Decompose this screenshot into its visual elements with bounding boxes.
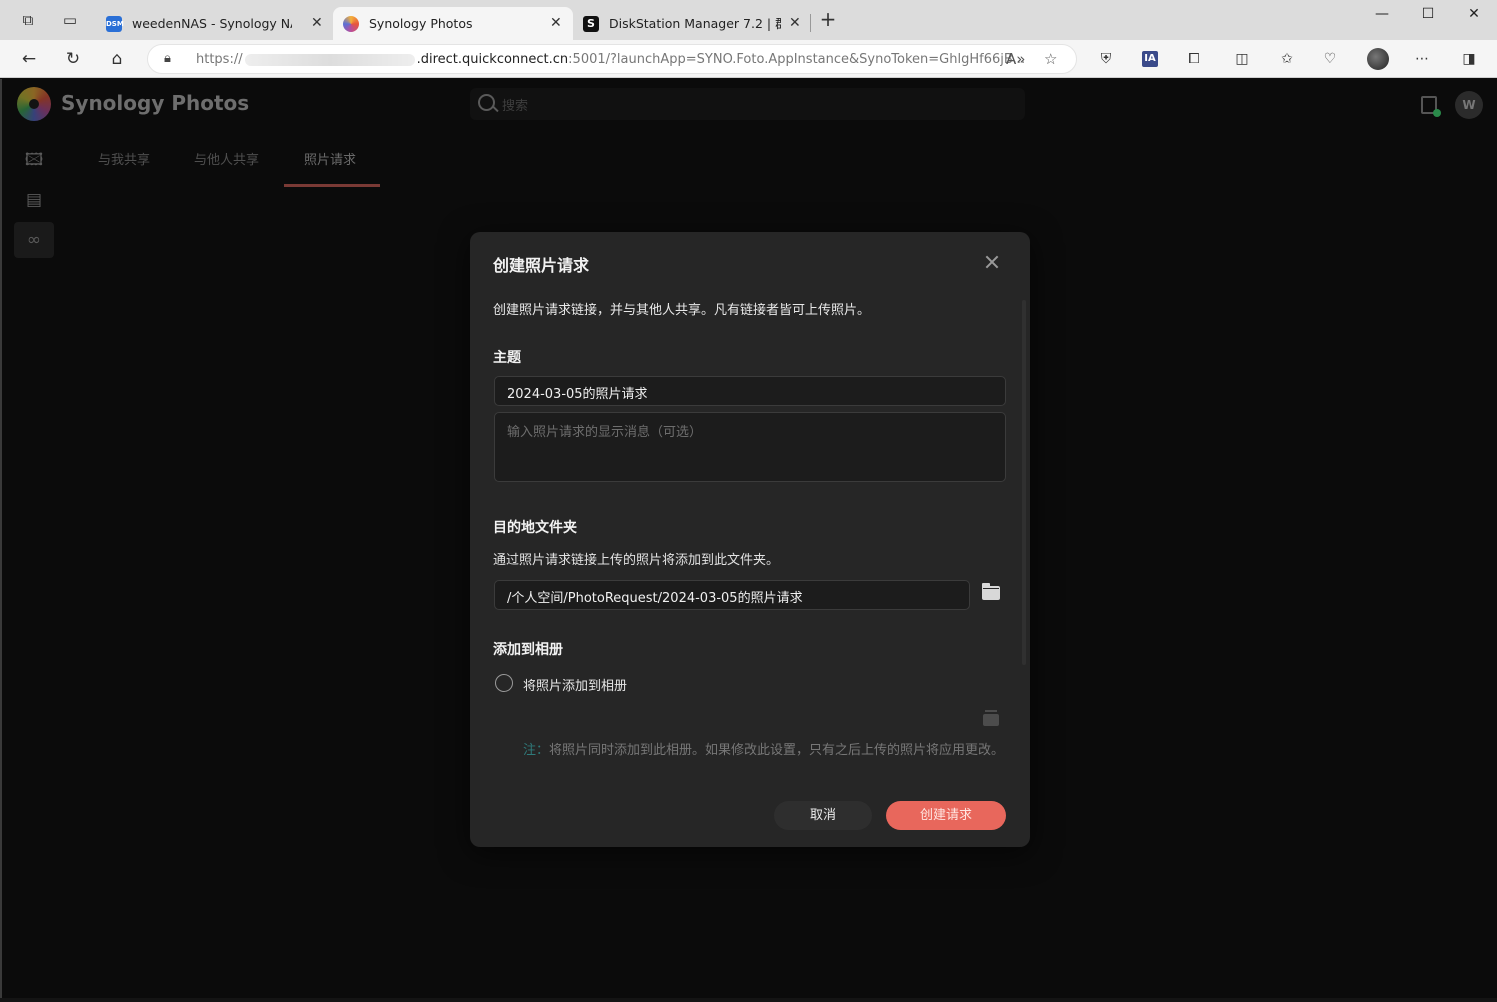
search-placeholder: 搜索 — [502, 99, 529, 114]
tab-separator — [810, 14, 811, 32]
tab-title: weedenNAS - Synology NAS — [132, 16, 292, 31]
synology-photos-favicon-icon — [343, 16, 359, 32]
browser-tab-bar: ⧉ ▭ DSM weedenNAS - Synology NAS ✕ Synol… — [0, 0, 1497, 40]
minimize-icon[interactable]: — — [1372, 6, 1392, 22]
home-icon[interactable]: ⌂ — [106, 48, 128, 70]
dialog-scrollbar[interactable] — [1022, 300, 1026, 665]
message-textarea[interactable]: 输入照片请求的显示消息（可选） — [494, 412, 1006, 482]
url-path: :5001/?launchApp=SYNO.Foto.AppInstance&S… — [568, 52, 1026, 67]
new-tab-icon[interactable]: + — [818, 9, 838, 30]
sharing-nav-icon[interactable]: ∞ — [14, 222, 54, 258]
favorite-star-icon[interactable]: ☆ — [1044, 50, 1057, 68]
cancel-button[interactable]: 取消 — [774, 801, 872, 830]
album-picker-icon — [983, 710, 999, 726]
s-favicon-icon: S — [583, 16, 599, 32]
dialog-description: 创建照片请求链接，并与其他人共享。凡有链接者皆可上传照片。 — [493, 303, 871, 318]
close-tab-icon[interactable]: ✕ — [311, 7, 323, 40]
browser-tab-dsm-docs[interactable]: S DiskStation Manager 7.2 | 群晖科 ✕ — [573, 7, 808, 40]
url-host: .direct.quickconnect.cn — [416, 52, 569, 67]
extensions-puzzle-icon[interactable]: ⧠ — [1184, 49, 1204, 69]
photos-nav-icon[interactable]: 🖾 — [14, 142, 54, 178]
close-tab-icon[interactable]: ✕ — [550, 7, 562, 40]
browser-tab-dsm[interactable]: DSM weedenNAS - Synology NAS ✕ — [96, 7, 331, 40]
tab-actions-icon[interactable]: ▭ — [60, 10, 80, 30]
url-field[interactable]: 🔒︎ https:// .direct.quickconnect.cn:5001/… — [147, 44, 1077, 74]
dsm-favicon-icon: DSM — [106, 16, 124, 32]
workspaces-icon[interactable]: ⧉ — [18, 10, 38, 30]
favorites-icon[interactable]: ✩ — [1277, 49, 1297, 69]
dialog-title: 创建照片请求 — [493, 256, 590, 275]
browser-tab-photos[interactable]: Synology Photos ✕ — [333, 7, 573, 40]
tab-title: DiskStation Manager 7.2 | 群晖科 — [609, 16, 781, 31]
create-photo-request-dialog: 创建照片请求 创建照片请求链接，并与其他人共享。凡有链接者皆可上传照片。 主题 … — [470, 232, 1030, 847]
browser-profile-avatar[interactable] — [1367, 48, 1389, 70]
reload-icon[interactable]: ↻ — [62, 48, 84, 70]
tab-shared-with-me[interactable]: 与我共享 — [98, 141, 150, 187]
subject-input[interactable]: 2024-03-05的照片请求 — [494, 376, 1006, 406]
more-menu-icon[interactable]: ⋯ — [1412, 49, 1432, 69]
user-avatar[interactable]: W — [1455, 91, 1483, 119]
url-text: https:// .direct.quickconnect.cn:5001/?la… — [196, 52, 1025, 67]
close-tab-icon[interactable]: ✕ — [789, 7, 801, 40]
note-text: 将照片同时添加到此相册。如果修改此设置，只有之后上传的照片将应用更改。 — [549, 743, 1005, 758]
browser-essentials-icon[interactable]: ♡ — [1320, 49, 1340, 69]
create-request-button[interactable]: 创建请求 — [886, 801, 1006, 830]
browser-address-bar: ← ↻ ⌂ 🔒︎ https:// .direct.quickconnect.cn… — [0, 40, 1497, 78]
folder-icon[interactable] — [982, 583, 1000, 600]
redacted-host — [244, 53, 415, 66]
split-screen-icon[interactable]: ◫ — [1232, 49, 1252, 69]
add-to-album-label: 添加到相册 — [493, 642, 563, 658]
tab-shared-with-others[interactable]: 与他人共享 — [194, 141, 259, 187]
note-tag: 注： — [523, 743, 550, 758]
lock-icon[interactable]: 🔒︎ — [164, 51, 171, 66]
taskbar-edge — [0, 998, 1497, 1002]
extension-shield-icon[interactable]: ⛨ — [1096, 49, 1116, 69]
album-note: 注：将照片同时添加到此相册。如果修改此设置，只有之后上传的照片将应用更改。 — [523, 740, 1008, 762]
read-aloud-icon[interactable]: A» — [1006, 50, 1025, 68]
back-icon[interactable]: ← — [18, 48, 40, 70]
subject-label: 主题 — [493, 350, 521, 366]
destination-hint: 通过照片请求链接上传的照片将添加到此文件夹。 — [493, 553, 780, 568]
destination-path-input[interactable]: /个人空间/PhotoRequest/2024-03-05的照片请求 — [494, 580, 970, 610]
maximize-icon[interactable]: ☐ — [1418, 6, 1438, 22]
ia-extension-icon[interactable]: IA — [1142, 51, 1158, 67]
destination-folder-label: 目的地文件夹 — [493, 520, 577, 536]
sidebar-toggle-icon[interactable]: ◨ — [1459, 49, 1479, 69]
synology-photos-logo-icon — [17, 87, 51, 121]
search-input[interactable]: 搜索 — [470, 88, 1025, 120]
add-to-album-radio[interactable] — [495, 674, 513, 692]
close-window-icon[interactable]: ✕ — [1464, 6, 1484, 22]
window-edge — [0, 79, 2, 1002]
albums-nav-icon[interactable]: ▤ — [14, 182, 54, 218]
add-to-album-option[interactable]: 将照片添加到相册 — [523, 675, 627, 694]
search-icon — [478, 94, 495, 111]
close-icon[interactable] — [982, 252, 1002, 272]
url-scheme: https:// — [196, 52, 243, 67]
background-tasks-icon[interactable] — [1421, 96, 1441, 117]
tab-title: Synology Photos — [369, 16, 473, 31]
tab-photo-requests[interactable]: 照片请求 — [284, 141, 380, 187]
app-title: Synology Photos — [61, 91, 250, 115]
